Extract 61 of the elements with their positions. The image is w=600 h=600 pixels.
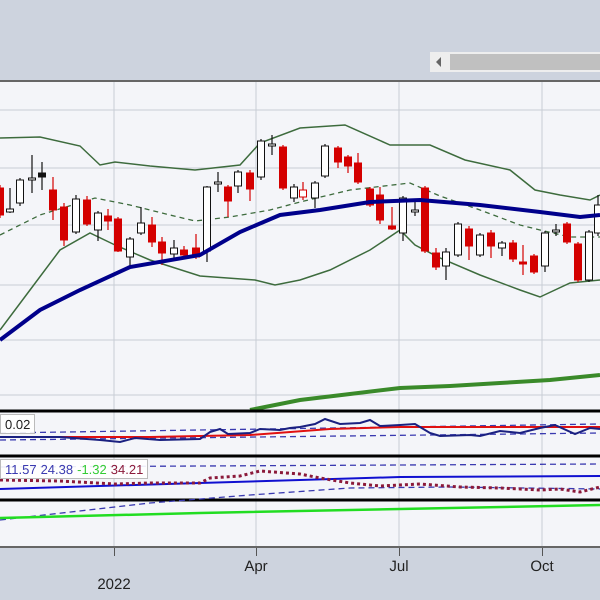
candlestick	[224, 185, 232, 217]
candlestick	[574, 242, 582, 282]
candlestick	[104, 209, 112, 230]
candlestick	[498, 241, 506, 256]
candlestick	[376, 187, 384, 224]
candlestick	[170, 240, 178, 258]
candlestick	[509, 240, 517, 262]
axis-label: Oct	[530, 558, 554, 576]
candlestick	[454, 222, 462, 257]
candlestick	[411, 201, 419, 216]
candlestick	[234, 170, 242, 193]
candlestick	[72, 195, 80, 234]
candlestick	[563, 222, 571, 244]
candlestick	[180, 246, 188, 258]
candlestick	[279, 145, 287, 190]
horizontal-scrollbar[interactable]	[430, 52, 600, 72]
axis-label: Jul	[389, 558, 409, 576]
candlestick	[421, 186, 429, 253]
candlestick	[268, 135, 276, 155]
candlestick	[94, 211, 102, 241]
axis-label: 2022	[97, 576, 131, 594]
candlestick	[49, 177, 57, 220]
candlestick	[344, 155, 352, 173]
candlestick	[0, 185, 4, 218]
candlestick	[399, 196, 407, 241]
indicator-value: -1.32	[77, 462, 107, 476]
candlestick	[192, 234, 200, 259]
candlestick	[552, 224, 560, 236]
candlestick	[83, 196, 91, 226]
candlestick	[432, 248, 440, 270]
candlestick	[311, 181, 319, 208]
candlestick	[28, 155, 36, 193]
candlestick	[60, 203, 68, 246]
candlestick	[476, 233, 484, 257]
axis-label: Apr	[244, 558, 268, 576]
scrollbar-thumb[interactable]	[450, 54, 600, 70]
candlestick	[388, 207, 396, 230]
candlestick	[126, 237, 134, 266]
candlestick	[38, 162, 46, 190]
candlestick	[519, 245, 527, 275]
candlestick	[148, 217, 156, 247]
indicator-value: 11.57	[5, 462, 37, 476]
candlestick	[257, 139, 265, 180]
candlestick	[334, 146, 342, 168]
candlestick	[465, 226, 473, 260]
candlestick	[354, 153, 362, 184]
candlestick	[530, 254, 538, 274]
candlestick	[158, 237, 166, 265]
candlestick	[214, 172, 222, 192]
candlestick	[137, 207, 145, 235]
candlestick	[541, 231, 549, 272]
candlestick	[6, 188, 14, 213]
candlestick	[487, 230, 495, 258]
indicator-value: 34.21	[110, 462, 144, 476]
candlestick	[246, 170, 254, 201]
indicator-value: 24.38	[40, 462, 74, 476]
candlestick	[442, 248, 450, 280]
indicator-value: 0.02	[5, 418, 30, 430]
candlestick	[321, 144, 329, 178]
candlestick	[16, 178, 24, 206]
candlestick	[114, 217, 122, 252]
